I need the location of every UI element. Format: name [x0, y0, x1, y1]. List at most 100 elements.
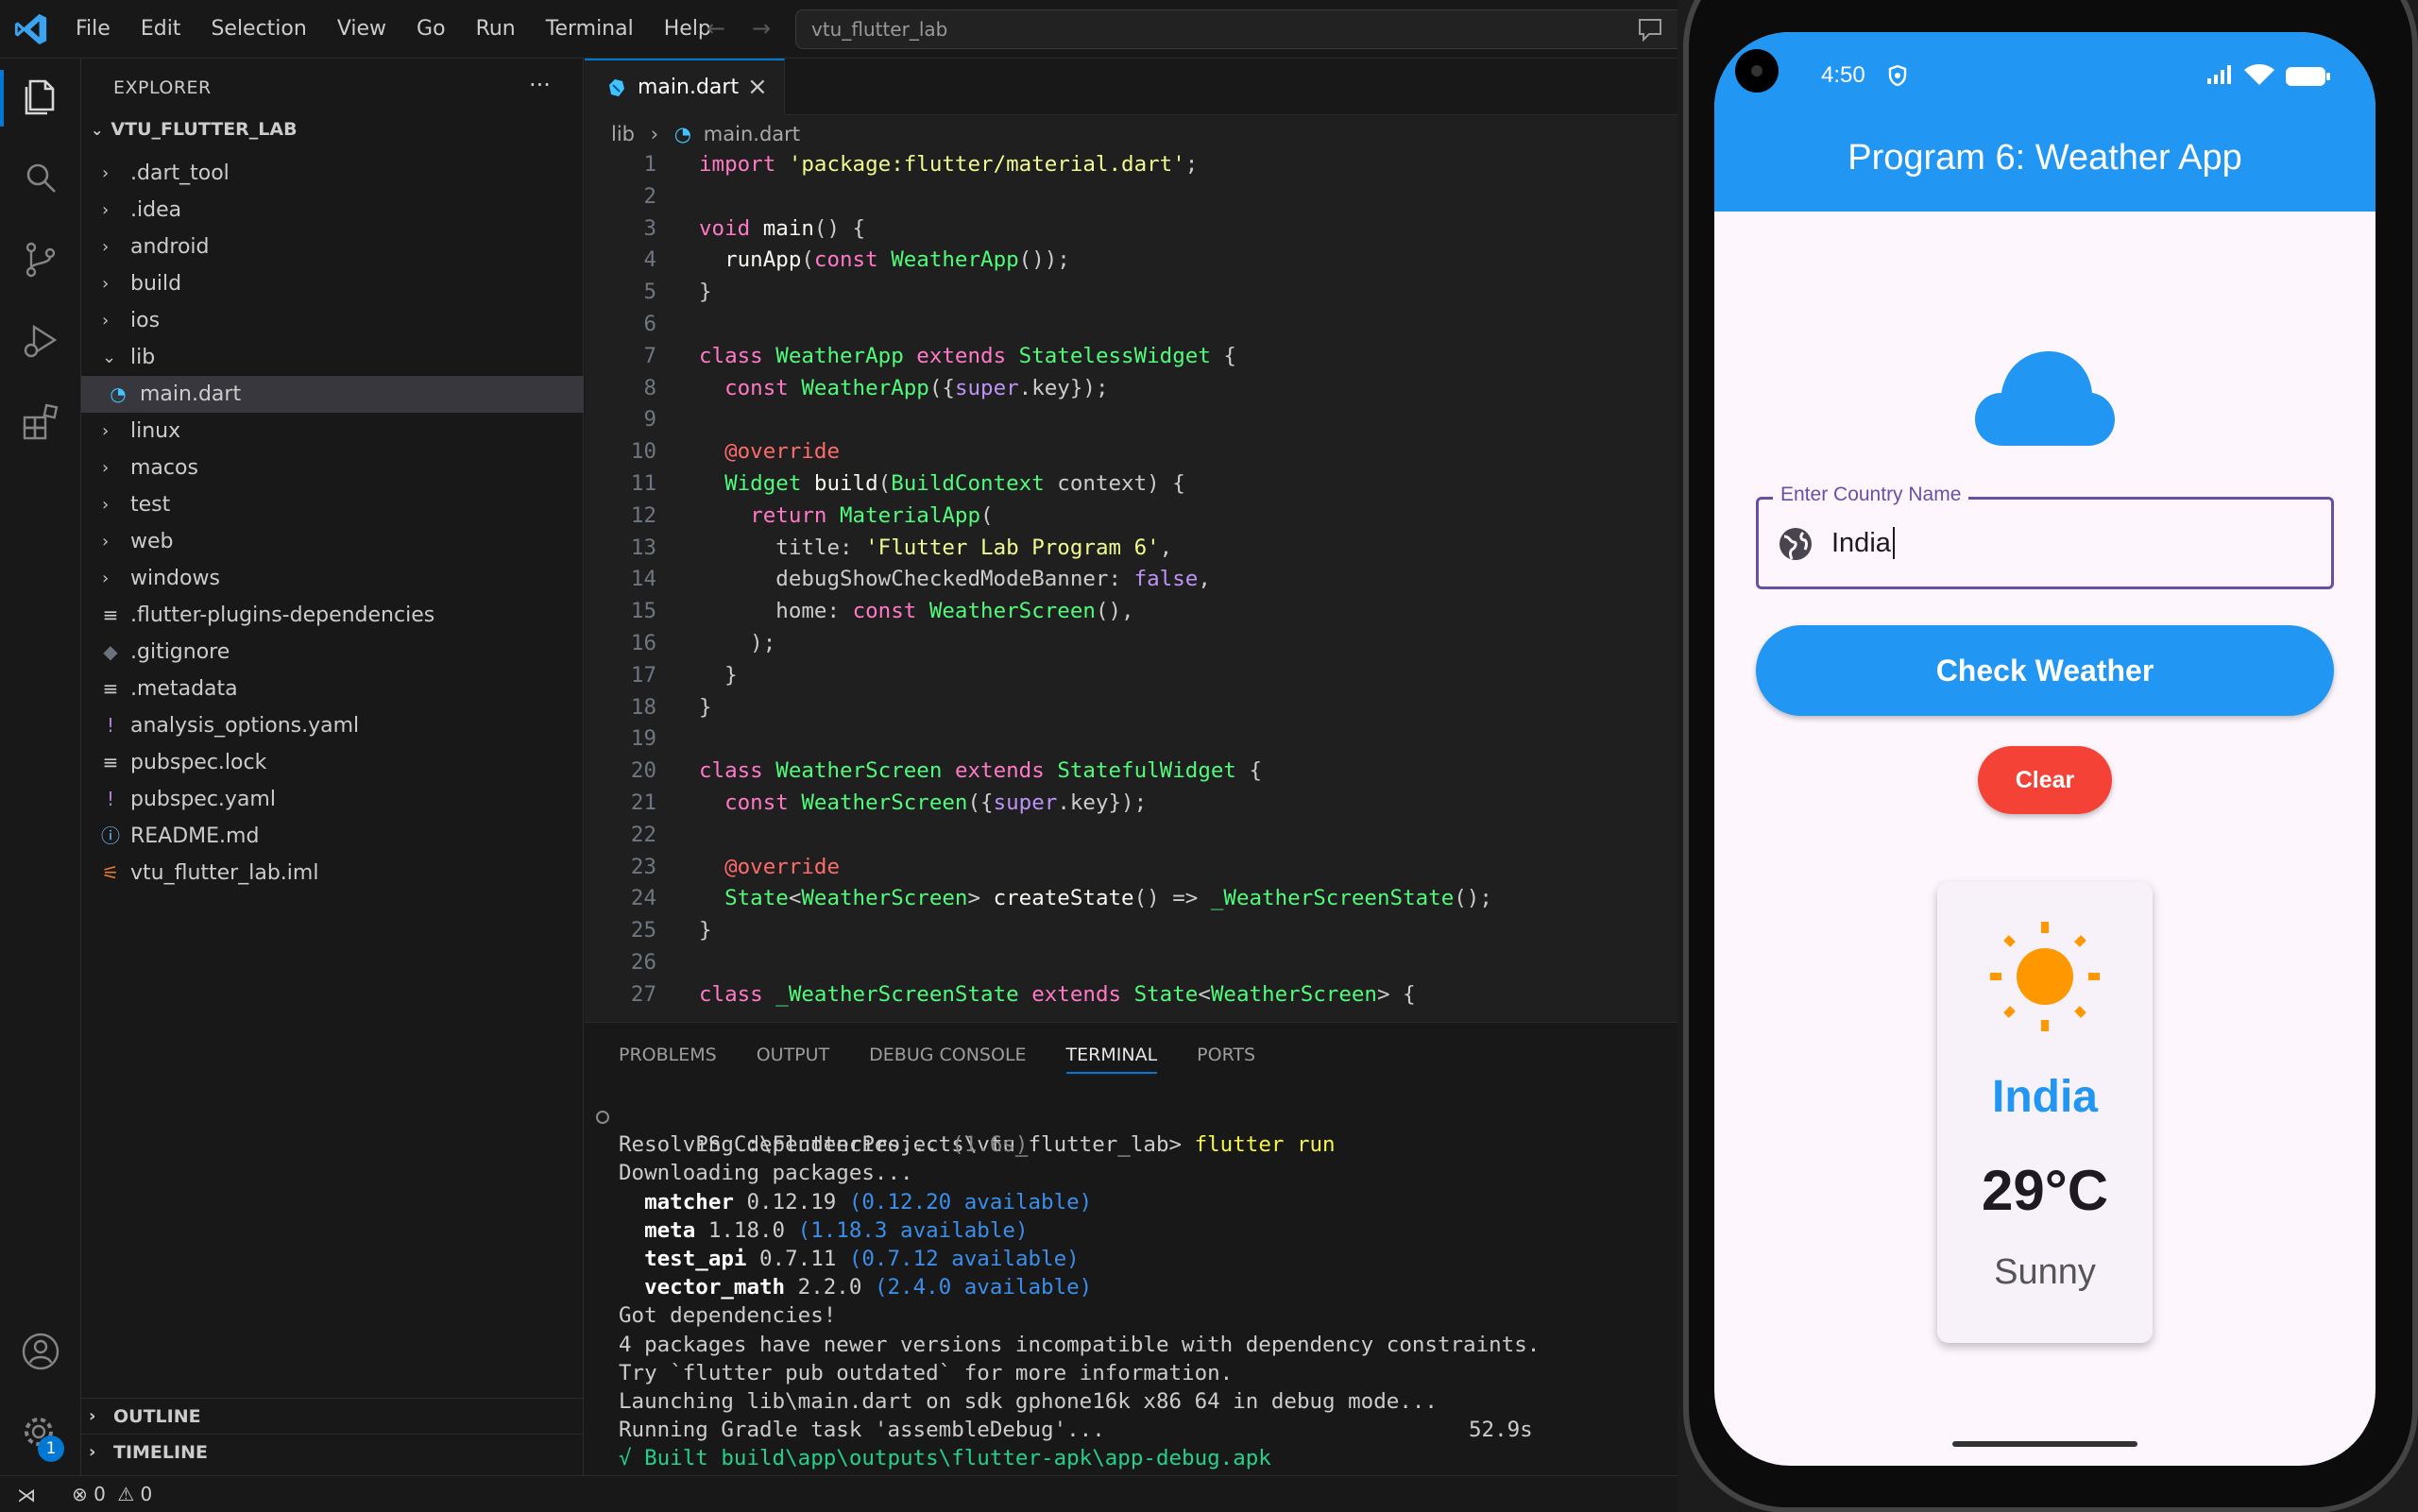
menu-go[interactable]: Go: [401, 8, 461, 50]
back-arrow-icon[interactable]: ←: [707, 15, 725, 42]
breadcrumb-folder[interactable]: lib: [611, 123, 635, 145]
tree-item-label: vtu_flutter_lab.iml: [130, 861, 319, 885]
source-control-icon[interactable]: [19, 238, 62, 281]
tree-folder[interactable]: › .idea: [81, 192, 584, 229]
chevron-right-icon: ›: [102, 495, 110, 515]
tab-terminal[interactable]: TERMINAL: [1065, 1042, 1158, 1074]
terminal-line: Launching lib\main.dart on sdk gphone16k…: [619, 1388, 1438, 1414]
tree-file[interactable]: ! pubspec.yaml: [81, 781, 584, 818]
tree-folder[interactable]: › web: [81, 523, 584, 560]
terminal-text: Running Gradle task 'assembleDebug'...: [619, 1418, 1105, 1443]
line-number: 5: [643, 280, 656, 305]
country-input-value[interactable]: India: [1831, 527, 1895, 559]
menu-terminal[interactable]: Terminal: [531, 8, 649, 50]
command-center-search[interactable]: vtu_flutter_lab: [795, 9, 1702, 49]
tree-file[interactable]: ⚟ vtu_flutter_lab.iml: [81, 855, 584, 892]
extensions-icon[interactable]: [19, 400, 62, 444]
menu-edit[interactable]: Edit: [126, 8, 196, 50]
yaml-file-icon: !: [106, 714, 115, 737]
code-text: debugShowCheckedModeBanner: false,: [699, 567, 1211, 592]
breadcrumb-file[interactable]: main.dart: [704, 123, 800, 145]
tree-item-label: .idea: [130, 198, 182, 222]
menu-selection[interactable]: Selection: [196, 8, 321, 50]
problems-status[interactable]: ⊗ 0 ⚠ 0: [72, 1483, 152, 1505]
remote-icon[interactable]: ⋊: [17, 1484, 36, 1506]
run-debug-icon[interactable]: [19, 319, 62, 363]
tree-folder[interactable]: › linux: [81, 413, 584, 450]
code-line: 19: [585, 723, 1681, 756]
code-editor[interactable]: 1 import 'package:flutter/material.dart';…: [585, 149, 1681, 1022]
activity-bar: 1: [0, 59, 81, 1475]
code-line: 5}: [585, 277, 1681, 309]
yaml-file-icon: !: [106, 788, 115, 810]
home-indicator[interactable]: [1952, 1441, 2137, 1447]
tab-output[interactable]: OUTPUT: [757, 1042, 829, 1074]
chevron-down-icon: ⌄: [91, 121, 104, 139]
tree-folder[interactable]: › android: [81, 229, 584, 265]
code-line: 14 debugShowCheckedModeBanner: false,: [585, 564, 1681, 596]
tree-item-label: .metadata: [130, 677, 238, 701]
tree-folder[interactable]: › ios: [81, 302, 584, 339]
code-text: Widget build(BuildContext context) {: [724, 470, 1185, 496]
line-number: 2: [643, 183, 656, 209]
chevron-right-icon: ›: [102, 458, 110, 478]
line-number: 20: [630, 758, 656, 784]
tree-file[interactable]: ◔ main.dart: [81, 376, 584, 413]
code-line: 23 @override: [585, 852, 1681, 884]
tree-file[interactable]: ≡ pubspec.lock: [81, 744, 584, 781]
tree-item-label: test: [130, 493, 171, 517]
terminal-line: test_api 0.7.11 (0.7.12 available): [619, 1245, 1667, 1273]
vscode-logo-icon[interactable]: [13, 11, 49, 47]
code-text: }: [699, 662, 738, 688]
explorer-sidebar: EXPLORER ··· ⌄ VTU_FLUTTER_LAB › .dart_too…: [81, 59, 584, 1475]
chat-icon[interactable]: [1636, 15, 1664, 43]
terminal-line: Got dependencies!: [619, 1303, 837, 1329]
tab-debug-console[interactable]: DEBUG CONSOLE: [869, 1042, 1026, 1074]
tab-problems[interactable]: PROBLEMS: [619, 1042, 717, 1074]
code-text: void main() {: [699, 215, 866, 241]
line-number: 9: [643, 407, 656, 433]
search-icon[interactable]: [19, 157, 62, 200]
menu-bar: File Edit Selection View Go Run Terminal…: [60, 0, 726, 59]
tree-file[interactable]: ≡ .flutter-plugins-dependencies: [81, 597, 584, 634]
explorer-icon[interactable]: [19, 76, 62, 119]
package-version: 0.12.19: [746, 1189, 837, 1215]
close-icon[interactable]: ×: [747, 73, 768, 101]
outline-section[interactable]: › OUTLINE: [81, 1398, 584, 1434]
package-version: 0.7.11: [759, 1246, 837, 1271]
folder-header[interactable]: ⌄ VTU_FLUTTER_LAB: [91, 119, 298, 140]
tree-folder[interactable]: › windows: [81, 560, 584, 597]
clear-button[interactable]: Clear: [1978, 746, 2112, 814]
phone-emulator: 4:50 Program 6: Weather App Enter Countr…: [1677, 0, 2418, 1512]
code-text: }: [699, 694, 712, 720]
tree-folder[interactable]: › build: [81, 265, 584, 302]
tree-folder[interactable]: › macos: [81, 450, 584, 486]
tab-ports[interactable]: PORTS: [1197, 1042, 1255, 1074]
check-weather-button[interactable]: Check Weather: [1756, 625, 2334, 716]
tree-file[interactable]: ⓘ README.md: [81, 818, 584, 855]
menu-file[interactable]: File: [60, 8, 126, 50]
forward-arrow-icon[interactable]: →: [752, 15, 771, 42]
lines-file-icon: ≡: [102, 751, 119, 773]
tree-file[interactable]: ! analysis_options.yaml: [81, 707, 584, 744]
tree-item-label: analysis_options.yaml: [130, 714, 360, 738]
timeline-section[interactable]: › TIMELINE: [81, 1434, 584, 1470]
tree-item-label: .dart_tool: [130, 161, 230, 185]
line-number: 16: [630, 630, 656, 655]
terminal-output[interactable]: PS C:\FlutterProjects\vtu_flutter_lab> f…: [596, 1102, 1667, 1472]
tree-folder[interactable]: › .dart_tool: [81, 155, 584, 192]
tab-main-dart[interactable]: main.dart ×: [585, 59, 785, 115]
tree-item-label: build: [130, 272, 182, 296]
more-actions-icon[interactable]: ···: [529, 72, 551, 98]
tree-file[interactable]: ≡ .metadata: [81, 671, 584, 707]
tree-file[interactable]: ◆ .gitignore: [81, 634, 584, 671]
error-icon: ⊗: [72, 1483, 88, 1505]
menu-run[interactable]: Run: [461, 8, 531, 50]
code-text: runApp(const WeatherApp());: [724, 247, 1070, 273]
tree-folder[interactable]: › test: [81, 486, 584, 523]
menu-view[interactable]: View: [322, 8, 401, 50]
account-icon[interactable]: [19, 1330, 62, 1373]
line-number: 14: [630, 567, 656, 592]
tree-folder[interactable]: ⌄ lib: [81, 339, 584, 376]
terminal-line: √ Built build\app\outputs\flutter-apk\ap…: [619, 1446, 1271, 1471]
